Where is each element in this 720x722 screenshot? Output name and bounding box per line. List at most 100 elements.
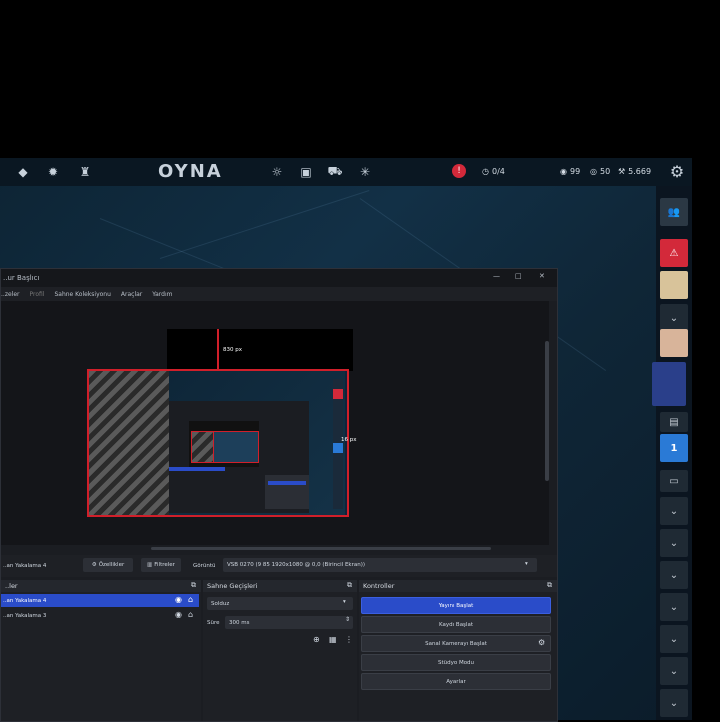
duration-field[interactable]: 300 ms ⇕ <box>225 616 353 629</box>
nested-obs <box>169 401 309 513</box>
alert-badge[interactable]: ! <box>452 164 466 178</box>
inventory-icon[interactable]: ▣ <box>297 163 315 181</box>
network-icon[interactable]: ✳ <box>356 163 374 181</box>
menu-item-help[interactable]: Yardım <box>152 291 172 298</box>
avatar[interactable] <box>660 329 688 357</box>
points-counter[interactable]: ◷ 0/4 <box>482 167 505 176</box>
gear-icon[interactable]: ⚙ <box>538 638 545 647</box>
avatar[interactable] <box>652 362 686 406</box>
chevron-down-icon[interactable]: ⌄ <box>660 593 688 621</box>
virtual-camera-label: Sanal Kamerayı Başlat <box>425 640 487 647</box>
list-item[interactable]: ..an Yakalama 4 ◉ ⌂ <box>1 594 199 607</box>
properties-button[interactable]: ⚙ Özellikler <box>83 558 133 572</box>
chevron-down-icon[interactable]: ⌄ <box>660 689 688 717</box>
transitions-dock-header: Sahne Geçişleri <box>203 580 357 592</box>
start-recording-button[interactable]: Kaydı Başlat <box>361 616 551 633</box>
nested-preview <box>189 421 259 467</box>
hatched-area <box>89 371 169 515</box>
obs-preview[interactable]: 830 px 16 px <box>1 301 549 550</box>
chevron-down-icon[interactable]: ⌄ <box>660 561 688 589</box>
transition-select[interactable]: Solduz ▾ <box>207 597 353 610</box>
menu-item-profile[interactable]: Profil <box>29 291 44 298</box>
studio-mode-button[interactable]: Stüdyo Modu <box>361 654 551 671</box>
maximize-icon[interactable]: □ <box>515 272 522 280</box>
obs-title-bar: ..ur Başlıcı — □ ✕ <box>1 269 557 287</box>
nested-start-button <box>268 481 306 485</box>
controls-dock: Kontroller ⧉ Yayını Başlat Kaydı Başlat … <box>359 580 557 721</box>
lock-icon[interactable]: ⌂ <box>188 595 193 604</box>
float-icon[interactable]: ⧉ <box>347 581 352 590</box>
menu-item-scenes[interactable]: ..zeler <box>1 291 19 298</box>
warning-icon[interactable]: ⚠ <box>660 239 688 267</box>
controls-dock-header: Kontroller <box>359 580 557 592</box>
nested-hatch <box>191 431 215 463</box>
chat-icon[interactable]: ▤ <box>660 412 688 432</box>
display-label: Görüntü <box>193 563 216 569</box>
add-icon[interactable]: ⊕ <box>313 635 320 644</box>
currency-b[interactable]: ◎ 50 <box>590 167 610 176</box>
filters-button[interactable]: ▥ Filtreler <box>141 558 181 572</box>
social-sidebar: 👥 ⚠ ⌄ ▤ 1 ▭ ⌄ ⌄ ⌄ ⌄ ⌄ ⌄ ⌄ <box>652 186 692 720</box>
diamond-icon[interactable]: ◆ <box>14 163 32 181</box>
more-icon[interactable]: ⋮ <box>345 635 353 644</box>
menu-item-tools[interactable]: Araçlar <box>121 291 142 298</box>
transition-select-value: Solduz <box>211 601 230 607</box>
chevron-down-icon[interactable]: ⌄ <box>660 529 688 557</box>
trophy-icon[interactable]: ♜ <box>76 163 94 181</box>
list-icon[interactable]: ▭ <box>660 470 688 492</box>
preview-vertical-scrollbar[interactable] <box>545 341 549 481</box>
display-select[interactable]: VSB 0270 (9 85 1920x1080 @ 0,0 (Birincil… <box>223 558 537 572</box>
display-select-value: VSB 0270 (9 85 1920x1080 @ 0,0 (Birincil… <box>227 562 366 568</box>
settings-button[interactable]: Ayarlar <box>361 673 551 690</box>
avatar[interactable] <box>660 271 688 299</box>
crest-icon[interactable]: ✹ <box>44 163 62 181</box>
minimize-icon[interactable]: — <box>493 272 500 280</box>
play-button[interactable]: OYNA <box>158 161 223 182</box>
currency-c-icon: ⚒ <box>618 167 626 176</box>
sources-dock: ..ler ⧉ ..an Yakalama 4 ◉ ⌂ ..an Yakalam… <box>1 580 201 721</box>
eye-icon[interactable]: ◉ <box>175 610 182 619</box>
lock-icon[interactable]: ⌂ <box>188 610 193 619</box>
chevron-down-icon[interactable]: ⌄ <box>660 625 688 653</box>
currency-c[interactable]: ⚒ 5.669 <box>618 167 651 176</box>
nested-controls <box>265 475 309 509</box>
currency-a-icon: ◉ <box>560 167 567 176</box>
nested-capture-inner <box>213 431 259 463</box>
level-icon[interactable]: 1 <box>660 434 688 462</box>
distance-label-right: 16 px <box>341 437 357 443</box>
gear-icon: ⚙ <box>91 562 97 568</box>
start-virtual-camera-button[interactable]: Sanal Kamerayı Başlat ⚙ <box>361 635 551 652</box>
chevron-down-icon[interactable]: ⌄ <box>660 657 688 685</box>
sources-dock-header: ..ler <box>1 580 201 592</box>
duration-value: 300 ms <box>229 620 250 626</box>
background-line <box>159 190 370 259</box>
gear-icon[interactable]: ⚙ <box>668 162 686 181</box>
nested-selection <box>169 467 225 471</box>
float-icon[interactable]: ⧉ <box>547 581 552 590</box>
filter-icon: ▥ <box>147 562 153 568</box>
currency-b-value: 50 <box>599 167 611 176</box>
float-icon[interactable]: ⧉ <box>191 581 196 590</box>
game-top-bar: ◆ ✹ ♜ OYNA ☼ ▣ ⛟ ✳ ! ◷ 0/4 ◉ 99 ◎ 50 ⚒ 5.669… <box>0 158 692 186</box>
eye-icon[interactable]: ◉ <box>175 595 182 604</box>
preview-horizontal-scrollbar[interactable] <box>151 547 491 550</box>
chevron-down-icon[interactable]: ⌄ <box>660 304 688 332</box>
obs-menu-bar: ..zeler Profil Sahne Koleksiyonu Araçlar… <box>1 287 557 301</box>
sources-dock-title: ..ler <box>5 582 18 590</box>
currency-a-value: 99 <box>569 167 581 176</box>
nested-level <box>333 443 343 453</box>
settings-icon[interactable]: ▦ <box>329 635 337 644</box>
sun-icon[interactable]: ☼ <box>268 163 286 181</box>
list-item[interactable]: ..an Yakalama 3 ◉ ⌂ <box>1 609 199 622</box>
chevron-down-icon[interactable]: ⌄ <box>660 497 688 525</box>
stepper-icon[interactable]: ⇕ <box>345 616 350 623</box>
menu-item-scene-collection[interactable]: Sahne Koleksiyonu <box>54 291 110 298</box>
selected-source-bounds[interactable] <box>87 369 349 517</box>
currency-a[interactable]: ◉ 99 <box>560 167 580 176</box>
friends-icon[interactable]: 👥 <box>660 198 688 226</box>
close-icon[interactable]: ✕ <box>539 272 545 280</box>
properties-label: Özellikler <box>98 562 125 568</box>
window-title: ..ur Başlıcı <box>3 274 40 282</box>
start-streaming-button[interactable]: Yayını Başlat <box>361 597 551 614</box>
cart-icon[interactable]: ⛟ <box>326 163 344 181</box>
